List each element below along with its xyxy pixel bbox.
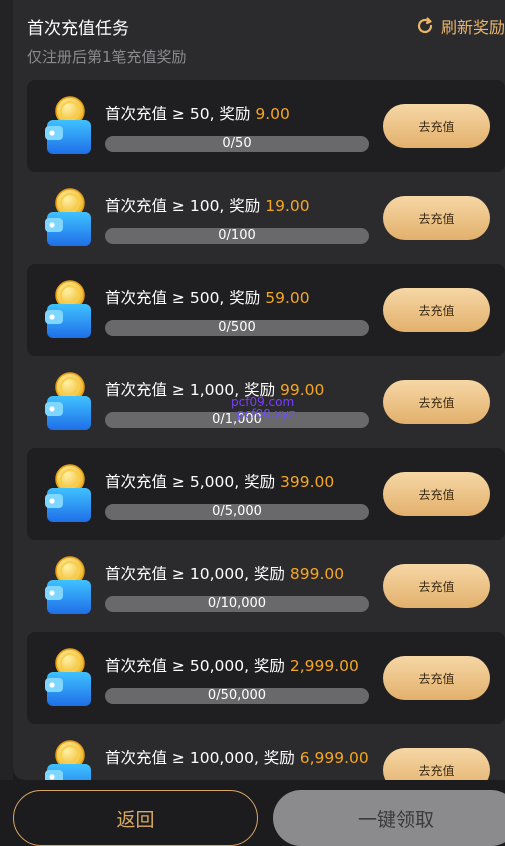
recharge-button[interactable]: 去充值 xyxy=(383,196,490,240)
refresh-icon xyxy=(417,17,433,34)
task-row: 首次充值 ≥ 100, 奖励 19.00 0/100 去充值 xyxy=(27,172,505,264)
progress-bar: 0/50 xyxy=(105,136,369,152)
task-reward: 6,999.00 xyxy=(299,749,369,767)
recharge-button[interactable]: 去充值 xyxy=(383,380,490,424)
progress-text: 0/100 xyxy=(218,228,256,243)
progress-text: 0/10,000 xyxy=(207,596,267,611)
task-condition: 首次充值 ≥ 500, 奖励 xyxy=(105,289,266,307)
left-strip xyxy=(0,0,13,844)
progress-bar: 0/10,000 xyxy=(105,596,369,612)
watermark: pcf09.com pcf00.xyz xyxy=(231,396,295,420)
refresh-rewards-button[interactable]: 刷新奖励 xyxy=(415,14,505,38)
task-condition: 首次充值 ≥ 50,000, 奖励 xyxy=(105,657,290,675)
recharge-button[interactable]: 去充值 xyxy=(383,748,490,780)
claim-all-button[interactable]: 一键领取 xyxy=(273,790,505,846)
task-condition: 首次充值 ≥ 50, 奖励 xyxy=(105,105,256,123)
recharge-button[interactable]: 去充值 xyxy=(383,104,490,148)
page-subtitle: 仅注册后第1笔充值奖励 xyxy=(27,48,187,66)
progress-bar: 0/100 xyxy=(105,228,369,244)
task-row: 首次充值 ≥ 100,000, 奖励 6,999.00 0/100,000 去充… xyxy=(27,724,505,780)
task-title: 首次充值 ≥ 50, 奖励 9.00 xyxy=(105,102,290,124)
task-reward: 399.00 xyxy=(280,473,335,491)
progress-bar: 0/5,000 xyxy=(105,504,369,520)
task-row: 首次充值 ≥ 50, 奖励 9.00 0/50 去充值 xyxy=(27,80,505,172)
progress-text: 0/500 xyxy=(218,320,256,335)
wallet-coin-icon xyxy=(45,96,91,154)
wallet-coin-icon xyxy=(45,280,91,338)
task-condition: 首次充值 ≥ 100,000, 奖励 xyxy=(105,749,300,767)
wallet-coin-icon xyxy=(45,188,91,246)
wallet-coin-icon xyxy=(45,464,91,522)
progress-bar: 0/50,000 xyxy=(105,688,369,704)
task-title: 首次充值 ≥ 10,000, 奖励 899.00 xyxy=(105,562,344,584)
task-title: 首次充值 ≥ 5,000, 奖励 399.00 xyxy=(105,470,334,492)
footer: 返回 一键领取 xyxy=(0,780,505,846)
refresh-label: 刷新奖励 xyxy=(440,18,505,37)
progress-text: 0/5,000 xyxy=(212,504,262,519)
recharge-button[interactable]: 去充值 xyxy=(383,288,490,332)
progress-text: 0/50 xyxy=(222,136,252,151)
progress-text: 0/50,000 xyxy=(207,688,267,703)
task-reward: 9.00 xyxy=(255,105,290,123)
task-list: 首次充值 ≥ 50, 奖励 9.00 0/50 去充值 首次充值 ≥ 100, … xyxy=(27,80,505,780)
back-button[interactable]: 返回 xyxy=(13,790,258,846)
page-title: 首次充值任务 xyxy=(27,19,129,39)
task-condition: 首次充值 ≥ 10,000, 奖励 xyxy=(105,565,290,583)
first-recharge-panel: 首次充值任务 仅注册后第1笔充值奖励 刷新奖励 首次充值 ≥ 50, 奖励 9.… xyxy=(13,0,505,780)
wallet-coin-icon xyxy=(45,372,91,430)
task-reward: 19.00 xyxy=(265,197,310,215)
recharge-button[interactable]: 去充值 xyxy=(383,564,490,608)
progress-bar: 0/500 xyxy=(105,320,369,336)
wallet-coin-icon xyxy=(45,648,91,706)
task-title: 首次充值 ≥ 500, 奖励 59.00 xyxy=(105,286,310,308)
recharge-button[interactable]: 去充值 xyxy=(383,656,490,700)
recharge-button[interactable]: 去充值 xyxy=(383,472,490,516)
task-title: 首次充值 ≥ 100,000, 奖励 6,999.00 xyxy=(105,746,369,768)
task-reward: 59.00 xyxy=(265,289,310,307)
task-title: 首次充值 ≥ 50,000, 奖励 2,999.00 xyxy=(105,654,359,676)
task-condition: 首次充值 ≥ 5,000, 奖励 xyxy=(105,473,280,491)
wallet-coin-icon xyxy=(45,740,91,780)
task-row: 首次充值 ≥ 500, 奖励 59.00 0/500 去充值 xyxy=(27,264,505,356)
task-condition: 首次充值 ≥ 100, 奖励 xyxy=(105,197,266,215)
task-row: 首次充值 ≥ 5,000, 奖励 399.00 0/5,000 去充值 xyxy=(27,448,505,540)
task-reward: 899.00 xyxy=(289,565,345,583)
wallet-coin-icon xyxy=(45,556,91,614)
watermark-line2: pcf00.xyz xyxy=(237,407,296,421)
task-row: 首次充值 ≥ 10,000, 奖励 899.00 0/10,000 去充值 xyxy=(27,540,505,632)
task-row: 首次充值 ≥ 50,000, 奖励 2,999.00 0/50,000 去充值 xyxy=(27,632,505,724)
task-title: 首次充值 ≥ 100, 奖励 19.00 xyxy=(105,194,310,216)
task-reward: 2,999.00 xyxy=(289,657,359,675)
